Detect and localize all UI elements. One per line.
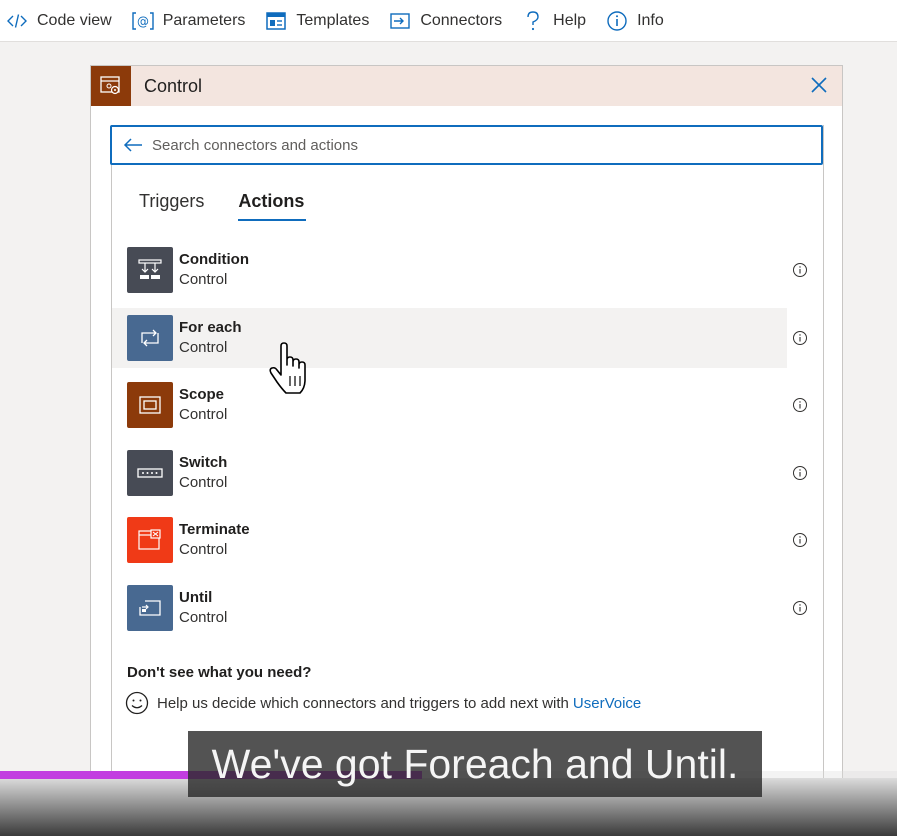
info-icon[interactable] <box>792 465 808 481</box>
templates-button[interactable]: Templates <box>265 0 369 42</box>
parameters-label: Parameters <box>162 11 246 29</box>
connectors-label: Connectors <box>420 11 503 29</box>
search-input[interactable] <box>152 136 752 154</box>
tab-triggers[interactable]: Triggers <box>139 186 204 221</box>
feedback-line: Help us decide which connectors and trig… <box>125 691 641 715</box>
svg-text:@: @ <box>137 14 149 28</box>
info-icon[interactable] <box>792 397 808 413</box>
action-name: Condition <box>179 251 249 268</box>
control-icon <box>91 66 131 106</box>
action-item-for-each[interactable]: For each Control <box>112 307 807 368</box>
smiley-icon <box>125 691 149 715</box>
action-item-scope[interactable]: Scope Control <box>112 375 807 435</box>
search-box[interactable] <box>110 125 823 165</box>
action-connector: Control <box>179 271 228 288</box>
action-connector: Control <box>179 406 228 424</box>
help-icon <box>522 10 544 32</box>
info-label: Info <box>637 11 664 29</box>
info-icon[interactable] <box>792 330 808 346</box>
back-arrow-icon[interactable] <box>116 137 150 153</box>
close-icon[interactable] <box>808 74 830 96</box>
templates-icon <box>265 10 287 32</box>
feedback-text: Help us decide which connectors and trig… <box>157 694 569 712</box>
action-name: Terminate <box>179 521 250 539</box>
action-name: Until <box>179 588 213 606</box>
terminate-icon <box>127 517 173 564</box>
scope-icon <box>127 382 173 429</box>
tab-actions[interactable]: Actions <box>238 186 307 221</box>
action-connector: Control <box>179 608 228 626</box>
action-item-switch[interactable]: Switch Control <box>112 443 807 503</box>
connectors-icon <box>389 10 411 32</box>
action-connector: Control <box>179 473 228 491</box>
help-label: Help <box>553 11 587 29</box>
info-icon <box>606 10 628 32</box>
card-title: Control <box>144 75 203 96</box>
action-item-condition[interactable]: Condition Control <box>112 240 807 300</box>
tab-bar: Triggers Actions <box>139 186 338 221</box>
condition-icon <box>127 247 173 293</box>
dont-see-heading: Don't see what you need? <box>127 664 312 681</box>
action-connector: Control <box>179 541 228 559</box>
action-item-until[interactable]: Until Control <box>112 578 807 638</box>
foreach-icon <box>127 314 173 361</box>
code-icon <box>6 10 28 32</box>
action-name: For each <box>179 318 242 336</box>
help-button[interactable]: Help <box>522 0 586 42</box>
action-name: Scope <box>179 386 225 404</box>
info-icon[interactable] <box>792 262 808 278</box>
templates-label: Templates <box>296 11 370 29</box>
video-caption: We've got Foreach and Until. <box>188 731 762 797</box>
hand-pointer-cursor <box>269 342 306 394</box>
designer-toolbar: Code view @ Parameters Templates Connect… <box>0 0 897 42</box>
info-icon[interactable] <box>792 532 808 548</box>
card-header[interactable]: Control <box>91 66 842 106</box>
uservoice-link[interactable]: UserVoice <box>573 695 641 712</box>
action-connector: Control <box>179 338 228 356</box>
parameters-icon: @ <box>132 10 154 32</box>
code-view-button[interactable]: Code view <box>6 0 112 42</box>
connectors-button[interactable]: Connectors <box>389 0 502 42</box>
parameters-button[interactable]: @ Parameters <box>132 0 246 42</box>
until-icon <box>127 584 173 631</box>
info-icon[interactable] <box>792 600 808 616</box>
action-item-terminate[interactable]: Terminate Control <box>112 510 807 570</box>
switch-icon <box>127 449 173 496</box>
action-list: Condition Control For each Control Scope… <box>112 240 807 646</box>
info-button[interactable]: Info <box>606 0 664 42</box>
control-card: Control Triggers Actions Condition Contr… <box>90 65 843 836</box>
action-name: Switch <box>179 453 228 471</box>
code-view-label: Code view <box>37 11 112 29</box>
